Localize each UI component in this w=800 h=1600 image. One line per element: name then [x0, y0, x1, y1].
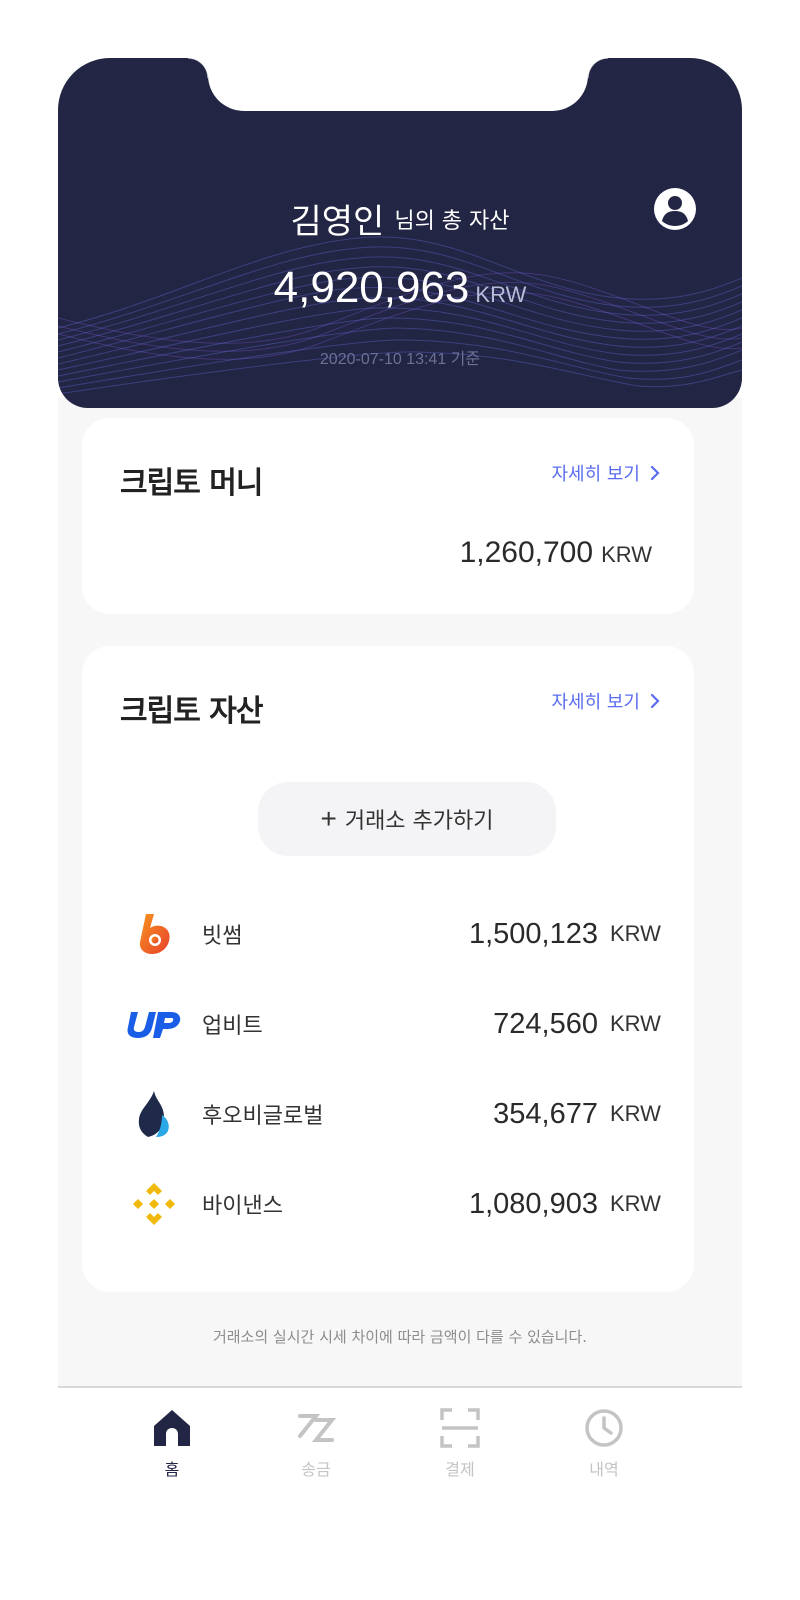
exchange-row-bithumb[interactable]: 빗썸 1,500,123 KRW [118, 904, 661, 964]
tab-history[interactable]: 내역 [554, 1406, 654, 1480]
exchange-unit: KRW [610, 921, 661, 946]
total-assets: 4,920,963 KRW [58, 263, 742, 313]
tab-label: 송금 [301, 1460, 331, 1479]
device-notch [188, 58, 608, 111]
user-name: 김영인 [290, 202, 385, 242]
crypto-assets-card: 크립토 자산 자세히 보기 + 거래소 추가하기 빗썸 1,500,123 KR… [82, 646, 694, 1292]
price-disclaimer: 거래소의 실시간 시세 차이에 따라 금액이 다를 수 있습니다. [212, 1328, 588, 1346]
exchange-name: 바이낸스 [202, 1194, 283, 1219]
total-unit: KRW [475, 282, 527, 307]
bithumb-logo [118, 904, 190, 964]
exchange-unit: KRW [610, 1191, 661, 1216]
tab-transfer[interactable]: 송금 [266, 1406, 366, 1480]
total-assets-header: 김영인 님의 총 자산 4,920,963 KRW 2020-07-10 13:41… [58, 58, 742, 408]
crypto-assets-title: 크립토 자산 [120, 694, 263, 729]
exchange-name: 빗썸 [202, 924, 243, 949]
upbit-logo [118, 994, 190, 1054]
tab-home[interactable]: 홈 [122, 1406, 222, 1480]
tab-label: 내역 [589, 1460, 619, 1479]
huobi-logo [118, 1084, 190, 1144]
crypto-money-unit: KRW [601, 542, 652, 567]
exchange-row-huobi[interactable]: 후오비글로벌 354,677 KRW [118, 1084, 661, 1144]
exchange-row-upbit[interactable]: 업비트 724,560 KRW [118, 994, 661, 1054]
add-exchange-label: 거래소 추가하기 [344, 809, 494, 834]
bottom-tab-bar: 홈 송금 결제 내역 [58, 1386, 742, 1506]
exchange-amount: 354,677 [493, 1097, 598, 1130]
greeting-suffix: 님의 총 자산 [394, 208, 510, 234]
crypto-money-more-link[interactable]: 자세히 보기 [551, 460, 660, 486]
exchange-name: 업비트 [202, 1014, 263, 1039]
exchange-amount: 724,560 [493, 1007, 598, 1040]
transfer-icon [298, 1414, 337, 1442]
exchange-amount: 1,500,123 [468, 917, 598, 950]
exchange-name: 후오비글로벌 [202, 1104, 324, 1129]
binance-logo [118, 1174, 190, 1234]
tab-payment[interactable]: 결제 [410, 1406, 510, 1480]
crypto-money-title: 크립토 머니 [120, 466, 263, 501]
crypto-money-balance: 1,260,700 KRW [460, 536, 652, 570]
exchange-unit: KRW [610, 1101, 661, 1126]
crypto-assets-more-link[interactable]: 자세히 보기 [551, 688, 660, 714]
exchange-amount: 1,080,903 [468, 1187, 598, 1220]
scan-icon [440, 1408, 480, 1448]
home-icon [154, 1410, 190, 1446]
exchange-unit: KRW [610, 1011, 661, 1036]
plus-icon: + [320, 803, 337, 834]
tab-label: 홈 [164, 1460, 180, 1479]
crypto-money-card: 크립토 머니 자세히 보기 1,260,700 KRW [82, 418, 694, 614]
more-label: 자세히 보기 [551, 464, 640, 485]
as-of-timestamp: 2020-07-10 13:41 기준 [319, 351, 481, 368]
tab-label: 결제 [445, 1460, 475, 1479]
chevron-right-icon [650, 693, 660, 709]
exchange-row-binance[interactable]: 바이낸스 1,080,903 KRW [118, 1174, 661, 1234]
crypto-money-amount: 1,260,700 [459, 536, 594, 569]
more-label: 자세히 보기 [551, 692, 640, 713]
profile-icon[interactable] [654, 188, 696, 230]
clock-icon [585, 1409, 623, 1447]
add-exchange-button[interactable]: + 거래소 추가하기 [258, 782, 556, 856]
greeting: 김영인 님의 총 자산 [58, 194, 742, 243]
chevron-right-icon [650, 465, 660, 481]
total-amount: 4,920,963 [273, 263, 470, 312]
